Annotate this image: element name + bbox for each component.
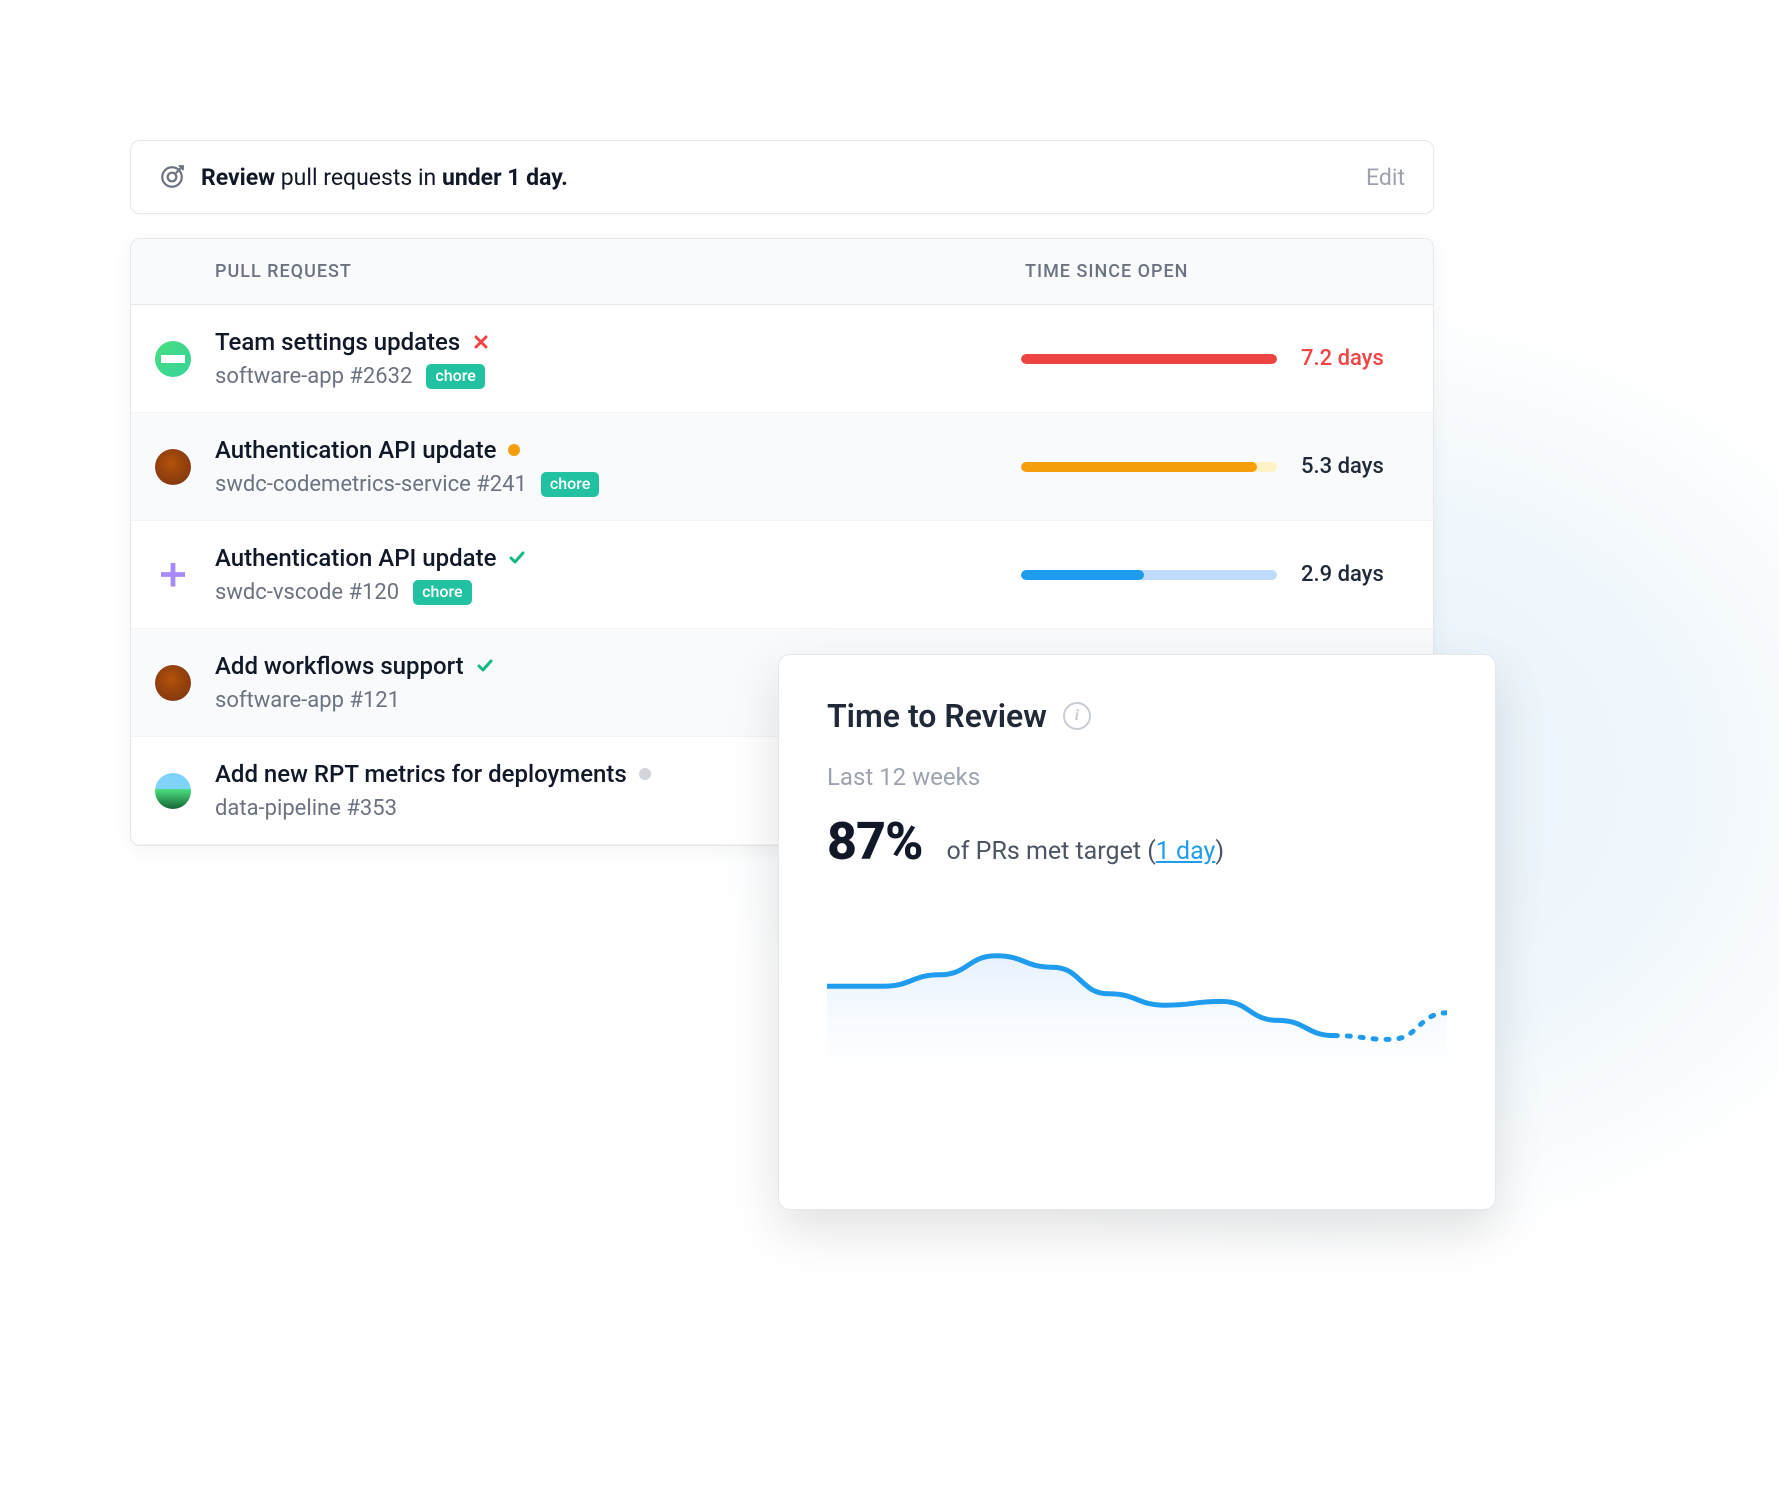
pr-title-row: Authentication API update: [215, 436, 1021, 464]
col-header-pr: PULL REQUEST: [215, 261, 1021, 282]
pr-repo-ref: data-pipeline #353: [215, 796, 397, 821]
review-card: Time to Review i Last 12 weeks 87% of PR…: [778, 654, 1496, 1210]
time-cell: 5.3 days: [1021, 454, 1401, 479]
pr-repo-ref: software-app #2632: [215, 364, 412, 389]
table-row[interactable]: Authentication API update swdc-vscode #1…: [131, 521, 1433, 629]
goal-middle: pull requests in: [275, 164, 442, 191]
review-description: of PRs met target (1 day): [947, 837, 1225, 866]
pr-subtitle-row: swdc-vscode #120 chore: [215, 580, 1021, 605]
table-row[interactable]: Team settings updates software-app #2632…: [131, 305, 1433, 413]
time-bar: [1021, 570, 1277, 580]
table-row[interactable]: Authentication API update swdc-codemetri…: [131, 413, 1433, 521]
review-card-title: Time to Review: [827, 697, 1047, 735]
time-value: 5.3 days: [1301, 454, 1401, 479]
avatar: [155, 557, 191, 593]
pr-details: Team settings updates software-app #2632…: [215, 328, 1021, 389]
pr-details: Authentication API update swdc-codemetri…: [215, 436, 1021, 497]
pr-repo-ref: software-app #121: [215, 688, 400, 713]
check-icon: [508, 549, 526, 567]
pr-subtitle-row: swdc-codemetrics-service #241 chore: [215, 472, 1021, 497]
chore-tag: chore: [541, 472, 599, 497]
avatar: [155, 449, 191, 485]
edit-button[interactable]: Edit: [1366, 164, 1405, 191]
review-desc-suffix: ): [1215, 837, 1224, 866]
pr-repo-ref: swdc-vscode #120: [215, 580, 399, 605]
time-value: 7.2 days: [1301, 346, 1401, 371]
time-cell: 7.2 days: [1021, 346, 1401, 371]
pr-title: Add workflows support: [215, 652, 464, 680]
goal-prefix: Review: [201, 164, 275, 191]
pr-details: Authentication API update swdc-vscode #1…: [215, 544, 1021, 605]
pr-subtitle-row: software-app #2632 chore: [215, 364, 1021, 389]
avatar: [155, 665, 191, 701]
pr-repo-ref: swdc-codemetrics-service #241: [215, 472, 527, 497]
pr-title-row: Authentication API update: [215, 544, 1021, 572]
pr-title: Team settings updates: [215, 328, 460, 356]
time-bar: [1021, 462, 1277, 472]
neutral-dot-icon: [639, 768, 651, 780]
time-cell: 2.9 days: [1021, 562, 1401, 587]
pr-title: Add new RPT metrics for deployments: [215, 760, 627, 788]
chore-tag: chore: [413, 580, 471, 605]
chore-tag: chore: [426, 364, 484, 389]
x-icon: [472, 333, 490, 351]
review-metric: 87% of PRs met target (1 day): [827, 811, 1447, 872]
avatar: [155, 773, 191, 809]
avatar: [155, 341, 191, 377]
goal-bar: Review pull requests in under 1 day. Edi…: [130, 140, 1434, 214]
col-header-time: TIME SINCE OPEN: [1021, 261, 1401, 282]
target-icon: [159, 164, 185, 190]
time-bar: [1021, 354, 1277, 364]
info-icon[interactable]: i: [1063, 702, 1091, 730]
review-desc-prefix: of PRs met target (: [947, 837, 1156, 866]
review-percent: 87%: [827, 811, 923, 872]
time-value: 2.9 days: [1301, 562, 1401, 587]
pr-title: Authentication API update: [215, 544, 496, 572]
goal-text: Review pull requests in under 1 day.: [201, 164, 568, 191]
pr-title: Authentication API update: [215, 436, 496, 464]
review-card-title-row: Time to Review i: [827, 697, 1447, 735]
review-trend-chart: [827, 914, 1447, 1104]
goal-suffix: under 1 day.: [442, 164, 568, 191]
review-target-link[interactable]: 1 day: [1156, 837, 1216, 866]
pr-title-row: Team settings updates: [215, 328, 1021, 356]
pr-table-header: PULL REQUEST TIME SINCE OPEN: [131, 239, 1433, 305]
pending-dot-icon: [508, 444, 520, 456]
check-icon: [476, 657, 494, 675]
review-period: Last 12 weeks: [827, 763, 1447, 791]
goal-left: Review pull requests in under 1 day.: [159, 164, 568, 191]
